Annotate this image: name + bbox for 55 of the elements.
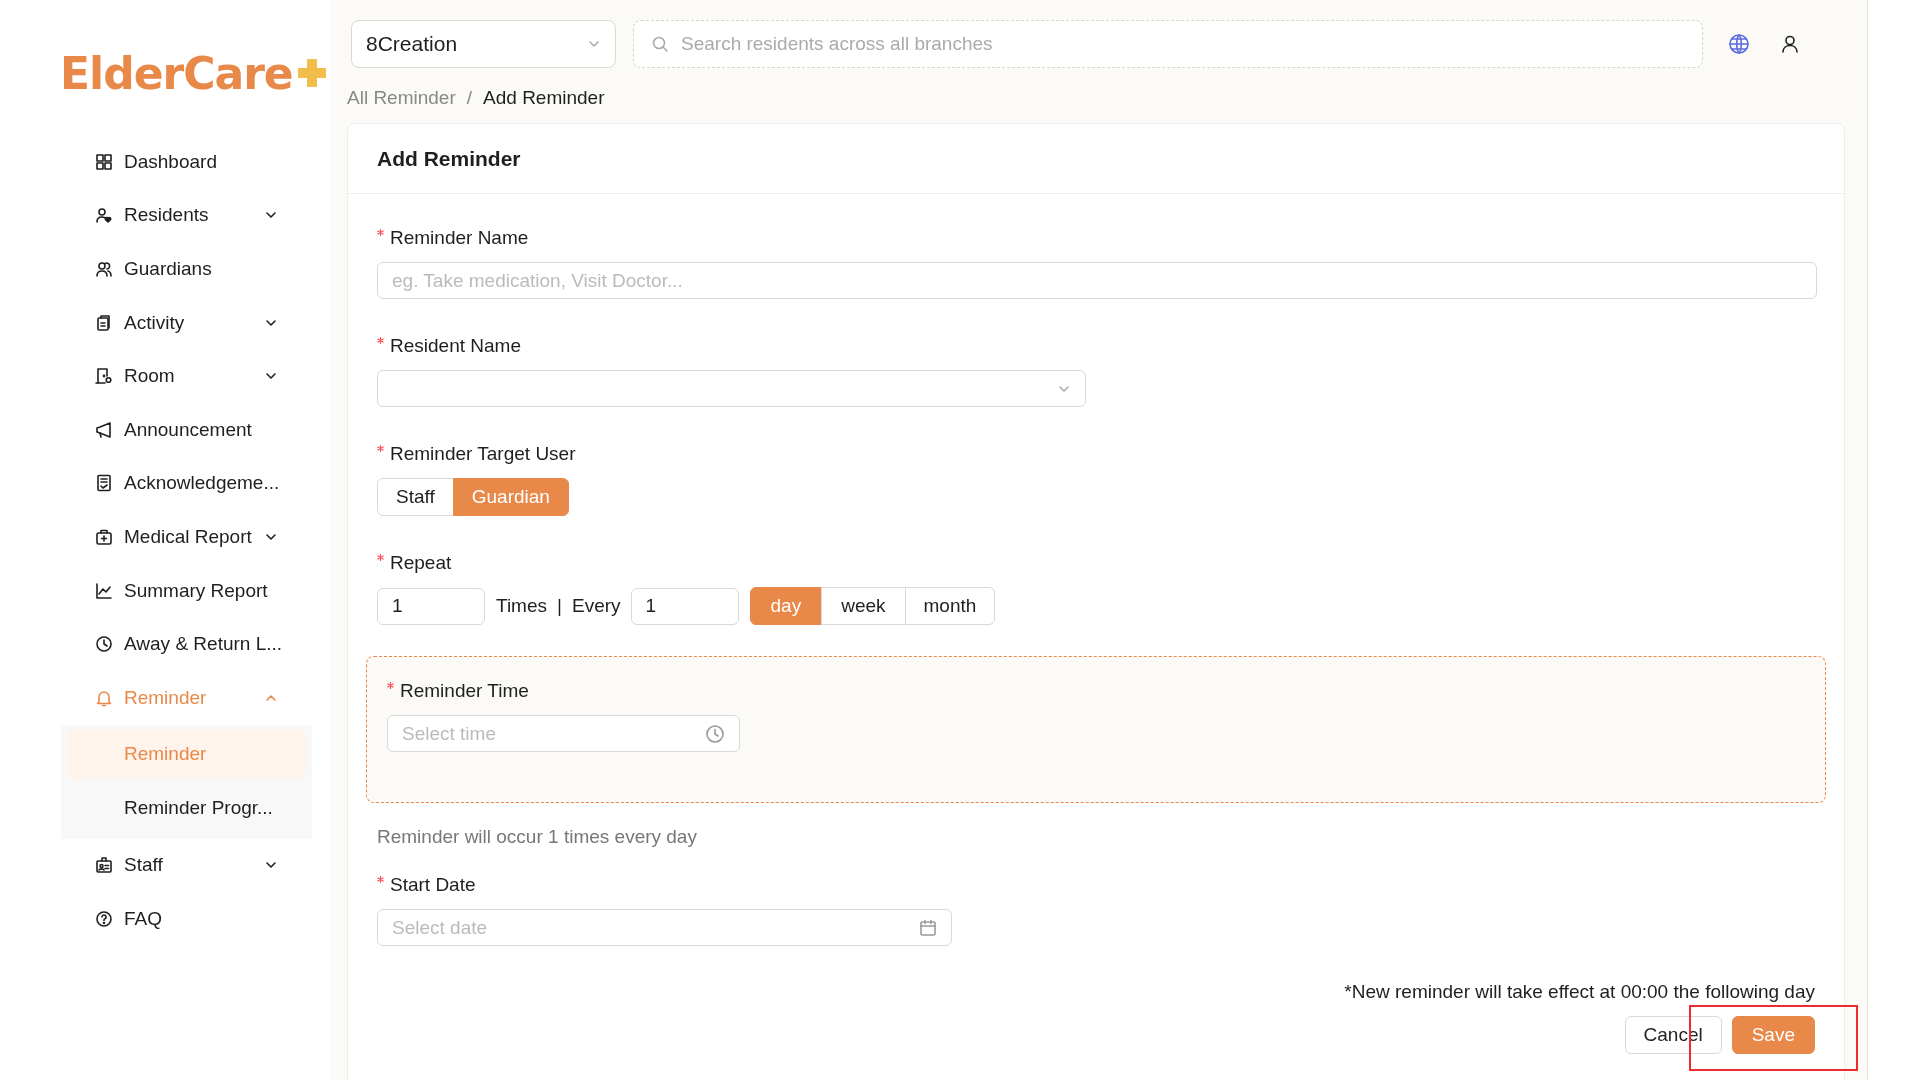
separator: | <box>557 595 562 617</box>
sidebar-item[interactable]: Residents <box>61 188 312 243</box>
note-text: *New reminder will take effect at 00:00 the following day <box>1344 981 1815 1002</box>
sidebar-item[interactable]: Away & Return L... <box>61 617 312 671</box>
breadcrumb-item: Add Reminder <box>483 87 605 109</box>
submenu-item[interactable]: Reminder Progr... <box>67 782 306 833</box>
plus-icon <box>296 58 327 88</box>
field-label: Resident Name <box>390 335 521 357</box>
grid-icon <box>95 152 113 171</box>
field-label: Reminder Time <box>400 680 529 702</box>
every-label: Every <box>571 595 621 617</box>
select-field[interactable] <box>377 370 1086 407</box>
sidebar-item[interactable]: Guardians <box>61 242 312 296</box>
branch-select[interactable]: 8Creation <box>351 20 616 68</box>
sidebar-item[interactable]: Summary Report <box>61 563 312 618</box>
field-label: Reminder Name <box>390 227 529 249</box>
user-icon <box>1780 34 1800 54</box>
card-title: Add Reminder <box>377 146 521 171</box>
sidebar-item[interactable]: Activity <box>61 295 312 350</box>
help-icon <box>95 909 113 928</box>
person-heart-icon <box>95 206 113 225</box>
info-text: Reminder will occur 1 times every day <box>377 826 698 848</box>
bell-icon <box>95 688 113 707</box>
line-chart-icon <box>95 581 113 600</box>
sidebar-item[interactable]: Announcement <box>61 402 312 457</box>
segment-button[interactable]: Staff <box>377 478 454 516</box>
field-label: Reminder Target User <box>390 443 576 465</box>
clock-icon <box>705 723 725 744</box>
sidebar-item[interactable]: Medical Report <box>61 510 312 564</box>
people-icon <box>95 260 113 278</box>
document-icon <box>95 474 113 493</box>
number-field[interactable]: 1 <box>377 587 485 625</box>
medical-kit-icon <box>95 527 113 546</box>
sidebar-item[interactable]: Room <box>61 349 312 403</box>
sidebar-item[interactable]: Staff <box>61 838 312 893</box>
segment-button[interactable]: month <box>904 587 996 625</box>
clipboard-icon <box>95 313 113 332</box>
sidebar-item[interactable]: Dashboard <box>61 135 312 189</box>
breadcrumb-separator: / <box>466 87 473 109</box>
calendar-icon <box>919 918 937 937</box>
times-label: Times <box>496 595 548 617</box>
logo-text: ElderCare <box>60 47 293 99</box>
globe-icon <box>1728 33 1750 55</box>
sidebar-item[interactable]: Acknowledgeme... <box>61 456 312 511</box>
field-label: Start Date <box>390 874 476 896</box>
megaphone-icon <box>95 420 113 439</box>
field-label: Repeat <box>390 552 452 574</box>
id-card-icon <box>95 856 113 875</box>
search-icon <box>651 35 669 53</box>
sidebar-item[interactable]: FAQ <box>61 892 312 946</box>
number-field[interactable]: 1 <box>630 587 739 625</box>
door-icon <box>95 367 113 386</box>
segment-button[interactable]: week <box>821 587 906 625</box>
clock-icon <box>95 635 113 654</box>
breadcrumb-item[interactable]: All Reminder <box>347 87 456 109</box>
